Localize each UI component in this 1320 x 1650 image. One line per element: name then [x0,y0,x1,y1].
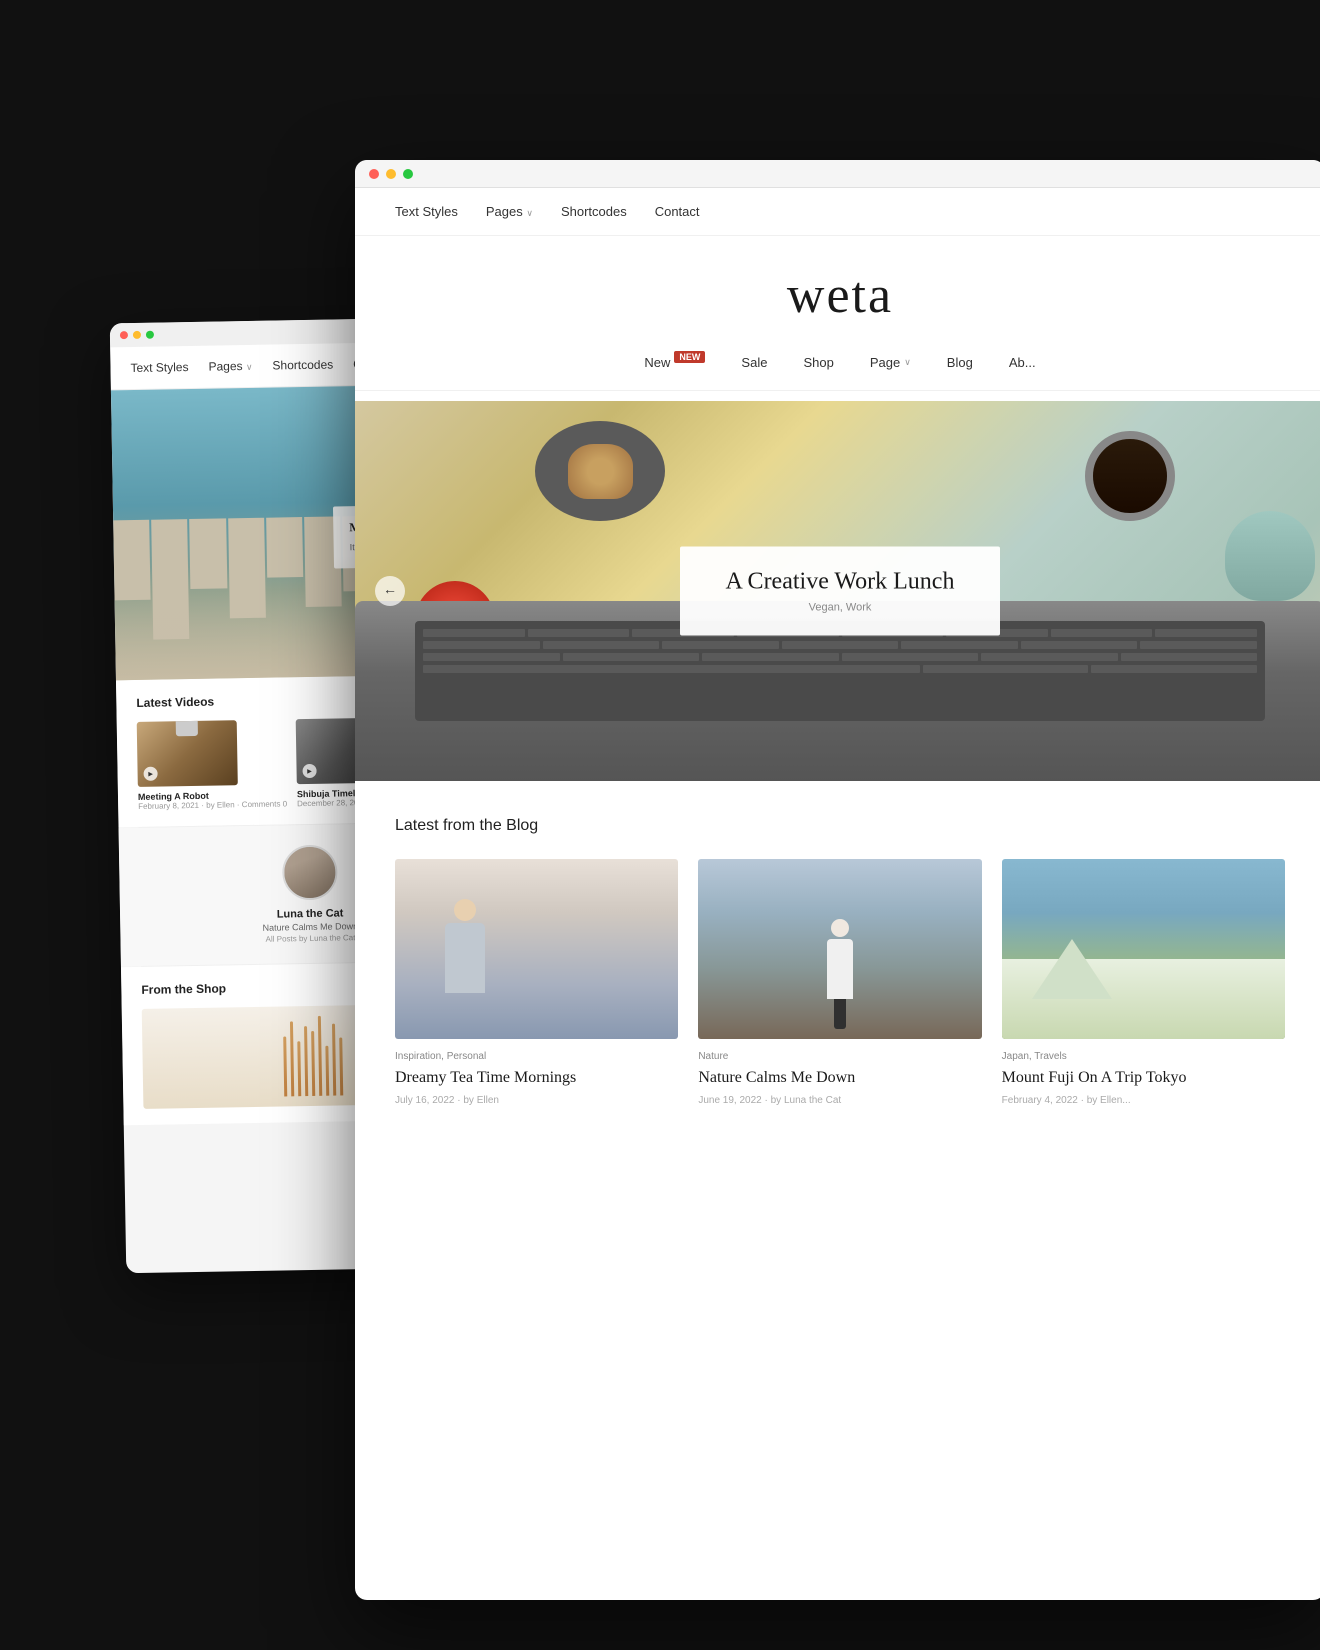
main-nav-shop-label: Shop [803,355,833,370]
site-logo[interactable]: weta [787,266,893,325]
main-nav-new[interactable]: New New [644,355,705,370]
blog-image-tea [395,859,678,1039]
blog-meta-1: June 19, 2022 · by Luna the Cat [698,1095,981,1106]
blog-title-0: Dreamy Tea Time Mornings [395,1068,678,1089]
tokyo-image [1002,859,1285,1039]
plate-illustration [535,421,665,521]
main-nav-about[interactable]: Ab... [1009,355,1036,370]
nature-image [698,859,981,1039]
front-nav-shortcodes[interactable]: Shortcodes [561,204,627,219]
play-icon: ▶ [143,767,157,781]
video-robot[interactable]: ▶ Meeting A Robot February 8, 2021 · by … [137,719,287,811]
blog-category-0: Inspiration, Personal [395,1051,678,1062]
front-nav-text-styles[interactable]: Text Styles [395,204,458,219]
main-nav-about-label: Ab... [1009,355,1036,370]
blog-grid: Inspiration, Personal Dreamy Tea Time Mo… [395,859,1285,1106]
close-dot[interactable] [369,169,379,179]
main-nav-page-label: Page [870,355,900,370]
window-chrome [355,160,1320,188]
person-body [445,923,485,993]
video-thumb-robot: ▶ [137,720,238,787]
hero-prev-button[interactable]: ← [375,576,405,606]
minimize-dot[interactable] [386,169,396,179]
tea-image [395,859,678,1039]
blog-meta-2: February 4, 2022 · by Ellen... [1002,1095,1285,1106]
cat-face-icon [283,847,335,899]
hero-categories: Vegan, Work [720,602,960,614]
author-avatar [281,845,337,901]
new-badge: New [674,351,705,363]
main-nav-page[interactable]: Page ∨ [870,355,911,370]
hero-section: A Creative Work Lunch Vegan, Work ← [355,401,1320,781]
logo-area: weta [355,236,1320,345]
blog-image-tokyo [1002,859,1285,1039]
back-nav-text-styles[interactable]: Text Styles [130,360,188,375]
back-nav-shortcodes[interactable]: Shortcodes [272,357,333,372]
person-sitting-illustration [435,899,495,1019]
blog-category-2: Japan, Travels [1002,1051,1285,1062]
blog-section-title: Latest from the Blog [395,817,1285,835]
author-name: Luna the Cat [277,907,344,920]
blog-card-2[interactable]: Japan, Travels Mount Fuji On A Trip Toky… [1002,859,1285,1106]
blog-image-nature [698,859,981,1039]
back-expand-dot [146,331,154,339]
robot-icon [176,720,198,736]
back-close-dot [120,331,128,339]
video-robot-meta: February 8, 2021 · by Ellen · Comments 0 [138,799,287,811]
author-link[interactable]: All Posts by Luna the Cat [266,933,356,944]
main-nav-new-label: New [644,355,670,370]
main-nav-blog[interactable]: Blog [947,355,973,370]
main-nav-sale[interactable]: Sale [741,355,767,370]
muffin-illustration [568,444,633,499]
back-nav-pages[interactable]: Pages ∨ [208,359,252,374]
blog-meta-0: July 16, 2022 · by Ellen [395,1095,678,1106]
hero-title-box: A Creative Work Lunch Vegan, Work [680,547,1000,636]
main-nav-shop[interactable]: Shop [803,355,833,370]
front-nav-contact[interactable]: Contact [655,204,700,219]
person-head [454,899,476,921]
blog-card-0[interactable]: Inspiration, Personal Dreamy Tea Time Mo… [395,859,678,1106]
front-top-nav: Text Styles Pages ∨ Shortcodes Contact [355,188,1320,236]
blog-card-1[interactable]: Nature Nature Calms Me Down June 19, 202… [698,859,981,1106]
blog-title-2: Mount Fuji On A Trip Tokyo [1002,1068,1285,1089]
play-icon-2: ▶ [302,764,316,778]
expand-dot[interactable] [403,169,413,179]
chevron-down-icon: ∨ [904,357,911,368]
blog-title-1: Nature Calms Me Down [698,1068,981,1089]
wheat-illustration [282,1015,342,1096]
coffee-cup-dark [1085,431,1175,521]
author-tagline: Nature Calms Me Down [262,921,358,933]
blog-section: Latest from the Blog Inspiration, Person… [355,781,1320,1142]
back-minimize-dot [133,331,141,339]
blog-category-1: Nature [698,1051,981,1062]
main-nav-blog-label: Blog [947,355,973,370]
main-nav: New New Sale Shop Page ∨ Blog Ab... [355,345,1320,391]
green-cup [1225,511,1315,601]
keyboard-illustration [415,621,1265,721]
hero-title: A Creative Work Lunch [720,569,960,596]
front-card: Text Styles Pages ∨ Shortcodes Contact w… [355,160,1320,1600]
main-nav-sale-label: Sale [741,355,767,370]
front-nav-pages[interactable]: Pages ∨ [486,204,533,219]
